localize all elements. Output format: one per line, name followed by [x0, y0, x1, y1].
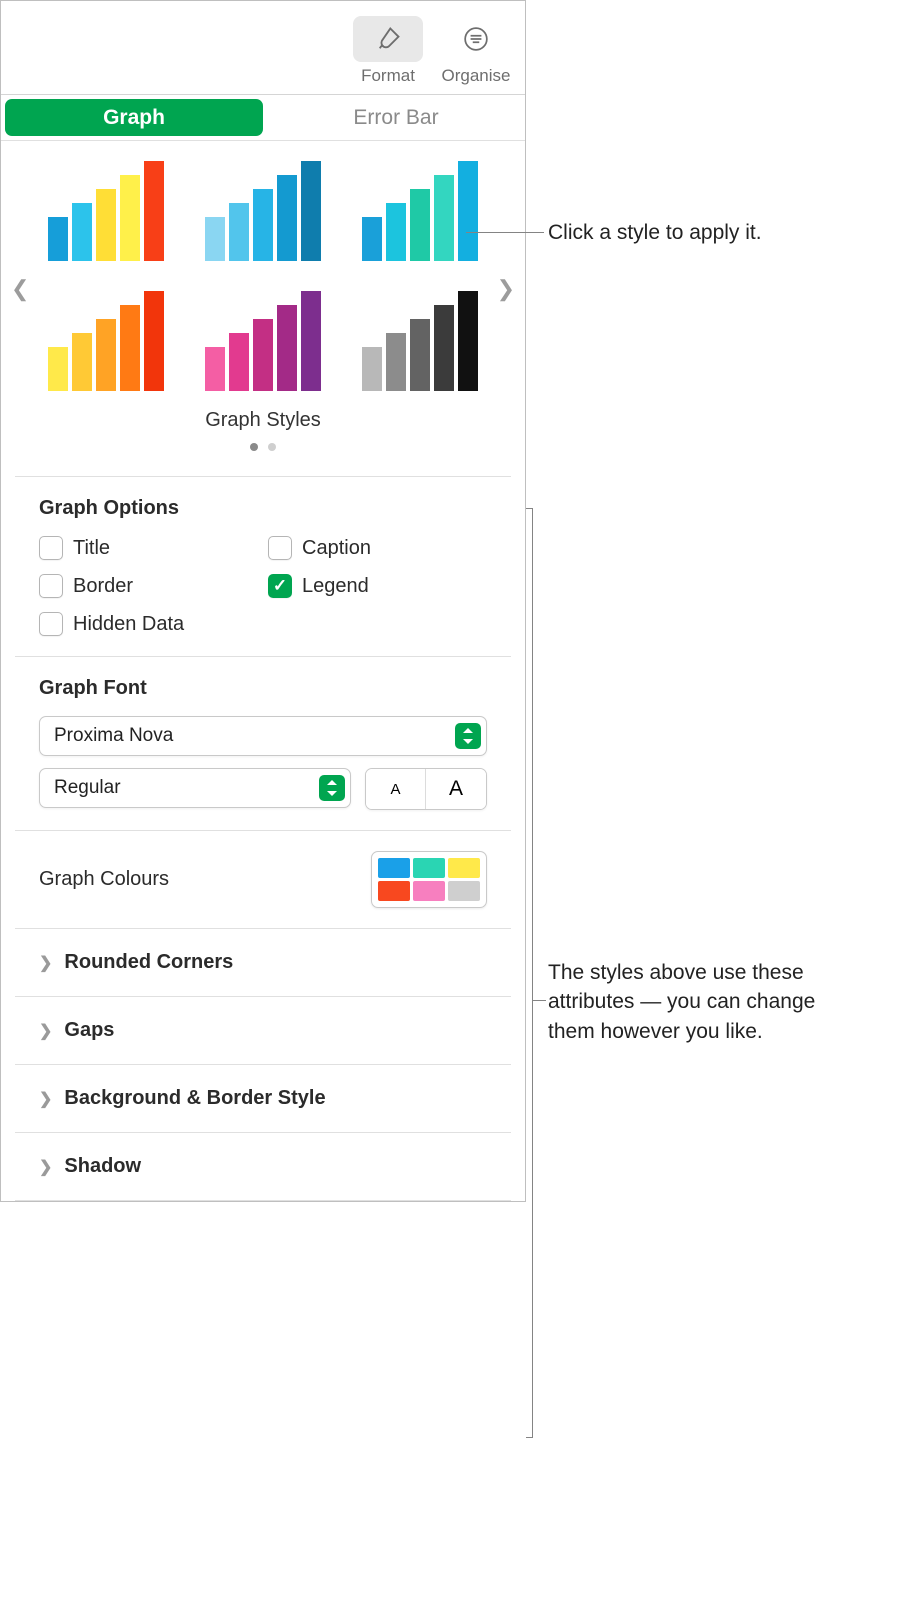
page-dots	[31, 438, 495, 456]
hidden-data-checkbox[interactable]: Hidden Data	[39, 612, 258, 636]
callout-bracket-bottom	[526, 1437, 532, 1438]
page-dot-2[interactable]	[268, 443, 276, 451]
colour-swatch	[413, 881, 445, 901]
tab-graph[interactable]: Graph	[5, 99, 263, 136]
legend-checkbox-label: Legend	[302, 575, 369, 598]
graph-style-thumb[interactable]	[356, 291, 485, 391]
chevron-right-icon: ❯	[39, 1021, 52, 1041]
chevron-right-icon: ❯	[39, 1089, 52, 1109]
brush-icon	[353, 16, 423, 62]
chevron-right-icon: ❯	[39, 1157, 52, 1177]
background-border-disclosure[interactable]: ❯ Background & Border Style	[15, 1064, 511, 1132]
styles-next-icon[interactable]: ❯	[497, 276, 515, 302]
select-caret-icon	[455, 723, 481, 749]
page-dot-1[interactable]	[250, 443, 258, 451]
title-checkbox-label: Title	[73, 537, 110, 560]
background-border-label: Background & Border Style	[64, 1087, 325, 1110]
format-label: Format	[361, 66, 415, 86]
graph-style-thumb[interactable]	[356, 161, 485, 261]
graph-style-thumb[interactable]	[198, 161, 327, 261]
font-size-larger-button[interactable]: A	[426, 769, 486, 809]
tab-bar: Graph Error Bar	[1, 95, 525, 141]
callout-leader-line	[466, 232, 544, 233]
graph-style-thumb[interactable]	[198, 291, 327, 391]
caption-checkbox[interactable]: Caption	[268, 536, 487, 560]
font-size-smaller-button[interactable]: A	[366, 769, 426, 809]
styles-prev-icon[interactable]: ❮	[11, 276, 29, 302]
border-checkbox[interactable]: Border	[39, 574, 258, 598]
graph-options-heading: Graph Options	[39, 497, 487, 520]
graph-styles-label: Graph Styles	[31, 409, 495, 432]
callout-bracket-mid	[532, 1000, 546, 1001]
font-weight-select[interactable]: Regular	[39, 768, 351, 808]
rounded-corners-label: Rounded Corners	[64, 951, 233, 974]
graph-font-section: Graph Font Proxima Nova Regular A A	[15, 656, 511, 830]
format-toolbar-button[interactable]: Format	[353, 16, 423, 86]
organise-label: Organise	[442, 66, 511, 86]
caption-checkbox-label: Caption	[302, 537, 371, 560]
shadow-label: Shadow	[64, 1155, 141, 1178]
border-checkbox-label: Border	[73, 575, 133, 598]
legend-checkbox[interactable]: Legend	[268, 574, 487, 598]
toolbar: Format Organise	[1, 1, 525, 95]
hidden-data-checkbox-label: Hidden Data	[73, 613, 184, 636]
font-family-select[interactable]: Proxima Nova	[39, 716, 487, 756]
format-inspector-panel: Format Organise Graph Error Bar ❮ ❯ Grap…	[0, 0, 526, 1202]
colour-swatch	[378, 858, 410, 878]
graph-options-section: Graph Options Title Caption Border Legen…	[15, 476, 511, 656]
colour-swatch	[448, 881, 480, 901]
select-caret-icon	[319, 775, 345, 801]
graph-colours-section: Graph Colours	[15, 830, 511, 928]
shadow-disclosure[interactable]: ❯ Shadow	[15, 1132, 511, 1201]
tab-error-bar[interactable]: Error Bar	[267, 95, 525, 140]
chevron-right-icon: ❯	[39, 953, 52, 973]
organise-icon	[441, 16, 511, 62]
callout-bracket-top	[526, 508, 532, 509]
graph-style-thumb[interactable]	[41, 291, 170, 391]
font-family-value: Proxima Nova	[54, 725, 173, 747]
colour-swatch-picker[interactable]	[371, 851, 487, 908]
gaps-label: Gaps	[64, 1019, 114, 1042]
colour-swatch	[413, 858, 445, 878]
graph-colours-heading: Graph Colours	[39, 868, 169, 891]
organise-toolbar-button[interactable]: Organise	[441, 16, 511, 86]
font-weight-value: Regular	[54, 777, 121, 799]
title-checkbox[interactable]: Title	[39, 536, 258, 560]
gaps-disclosure[interactable]: ❯ Gaps	[15, 996, 511, 1064]
callout-top: Click a style to apply it.	[548, 218, 762, 247]
rounded-corners-disclosure[interactable]: ❯ Rounded Corners	[15, 928, 511, 996]
graph-style-thumb[interactable]	[41, 161, 170, 261]
colour-swatch	[448, 858, 480, 878]
callout-bracket	[532, 508, 533, 1438]
colour-swatch	[378, 881, 410, 901]
font-size-stepper: A A	[365, 768, 487, 810]
callout-side: The styles above use these attributes — …	[548, 958, 848, 1046]
graph-font-heading: Graph Font	[39, 677, 487, 700]
graph-styles-area: ❮ ❯ Graph Styles	[1, 141, 525, 476]
